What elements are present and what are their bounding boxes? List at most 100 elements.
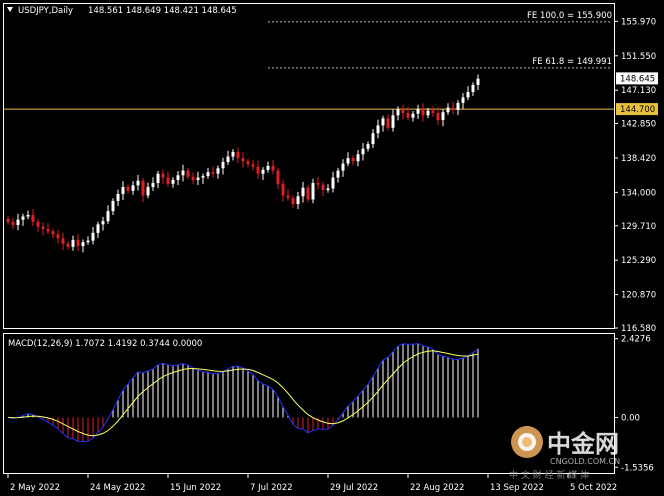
- candle-body: [26, 214, 30, 217]
- fib-level-label: FE 61.8 = 149.991: [532, 57, 612, 67]
- price-tick-label: 116.580: [621, 324, 656, 334]
- candle-body: [126, 186, 130, 191]
- candle-body: [341, 163, 345, 171]
- candle-body: [86, 240, 90, 243]
- time-tick-label: 2 May 2022: [10, 483, 60, 493]
- candle-body: [46, 228, 50, 232]
- fib-level-label: FE 100.0 = 155.900: [527, 11, 612, 21]
- line-price-badge-text: 144.700: [620, 105, 655, 115]
- candle-body: [281, 183, 285, 196]
- candle-body: [76, 239, 80, 247]
- candle-body: [441, 112, 445, 120]
- candle-body: [201, 176, 205, 178]
- candle-body: [336, 170, 340, 178]
- price-tick-label: 142.850: [621, 119, 656, 129]
- candle-body: [206, 172, 210, 177]
- candle-body: [456, 102, 460, 110]
- price-tick-label: 120.870: [621, 291, 656, 301]
- candle-body: [426, 110, 430, 116]
- candle-body: [131, 185, 135, 191]
- candle-body: [401, 109, 405, 113]
- candle-body: [396, 109, 400, 116]
- watermark-slogan: 中 文 财 经 新 媒 体: [509, 469, 589, 481]
- candle-body: [191, 176, 195, 180]
- watermark-brand: 中金网: [547, 430, 619, 458]
- candle-body: [331, 177, 335, 189]
- candle-body: [101, 221, 105, 225]
- candle-body: [216, 168, 220, 174]
- ohlc-readout: 148.561 148.649 148.421 148.645: [88, 6, 237, 16]
- candle-body: [356, 154, 360, 162]
- symbol-label: USDJPY,Daily: [18, 6, 73, 16]
- time-tick-label: 24 May 2022: [90, 483, 145, 493]
- candle-body: [386, 118, 390, 128]
- candle-body: [56, 234, 60, 239]
- candle-body: [61, 238, 65, 244]
- price-tick-label: 134.000: [621, 188, 656, 198]
- candle-body: [6, 218, 10, 222]
- cngold-logo-icon: 中金网 CNGOLD.COM.CN 中 文 财 经 新 媒 体: [509, 426, 620, 481]
- candle-body: [146, 186, 150, 196]
- candle-body: [256, 166, 260, 174]
- candle-body: [271, 165, 275, 171]
- candle-body: [96, 224, 100, 233]
- candle-body: [151, 183, 155, 187]
- price-tick-label: 129.710: [621, 222, 656, 232]
- candle-body: [51, 231, 55, 235]
- candle-body: [36, 221, 40, 227]
- price-tick-label: 155.970: [621, 17, 656, 27]
- candle-body: [431, 110, 435, 113]
- candle-body: [276, 170, 280, 184]
- candle-body: [411, 113, 415, 118]
- candle-body: [301, 187, 305, 197]
- candle-body: [371, 133, 375, 145]
- candle-body: [156, 173, 160, 184]
- candle-body: [176, 175, 180, 180]
- candle-body: [166, 177, 170, 184]
- candle-body: [451, 107, 455, 110]
- candle-body: [106, 211, 110, 222]
- candle-body: [141, 180, 145, 196]
- time-tick-label: 7 Jul 2022: [250, 483, 293, 493]
- candle-body: [446, 107, 450, 113]
- candle-body: [476, 78, 480, 85]
- candle-body: [316, 183, 320, 185]
- candle-body: [466, 91, 470, 98]
- candle-body: [136, 180, 140, 186]
- price-tick-label: 151.550: [621, 52, 656, 62]
- watermark-domain: CNGOLD.COM.CN: [550, 457, 620, 466]
- candle-body: [21, 216, 25, 220]
- candle-body: [461, 97, 465, 103]
- candle-body: [11, 221, 15, 226]
- time-tick-label: 15 Jun 2022: [170, 483, 221, 493]
- candle-body: [111, 200, 115, 212]
- watermark-logo: 中金网 CNGOLD.COM.CN 中 文 财 经 新 媒 体: [505, 420, 655, 490]
- candle-body: [16, 219, 20, 226]
- price-tick-label: 125.290: [621, 256, 656, 266]
- candle-body: [246, 161, 250, 165]
- candle-body: [251, 164, 255, 167]
- price-tick-label: 147.130: [621, 86, 656, 96]
- candle-body: [321, 184, 325, 191]
- candle-body: [236, 151, 240, 159]
- macd-tick-label: 2.4276: [621, 335, 651, 345]
- macd-label: MACD(12,26,9) 1.7072 1.4192 0.3744 0.000…: [8, 339, 202, 349]
- candle-body: [286, 195, 290, 198]
- candle-body: [121, 186, 125, 194]
- candle-body: [291, 197, 295, 205]
- candle-body: [226, 156, 230, 163]
- candle-body: [116, 193, 120, 201]
- time-tick-label: 22 Aug 2022: [410, 483, 464, 493]
- current-price-badge-text: 148.645: [620, 74, 655, 84]
- candle-body: [306, 187, 310, 200]
- candle-body: [81, 242, 85, 247]
- candle-body: [171, 179, 175, 184]
- candle-body: [436, 112, 440, 120]
- price-tick-label: 138.420: [621, 154, 656, 164]
- candle-body: [326, 188, 330, 191]
- candle-body: [211, 172, 215, 174]
- candle-body: [41, 226, 45, 229]
- candle-body: [416, 109, 420, 114]
- candle-body: [31, 214, 35, 222]
- candle-body: [351, 158, 355, 162]
